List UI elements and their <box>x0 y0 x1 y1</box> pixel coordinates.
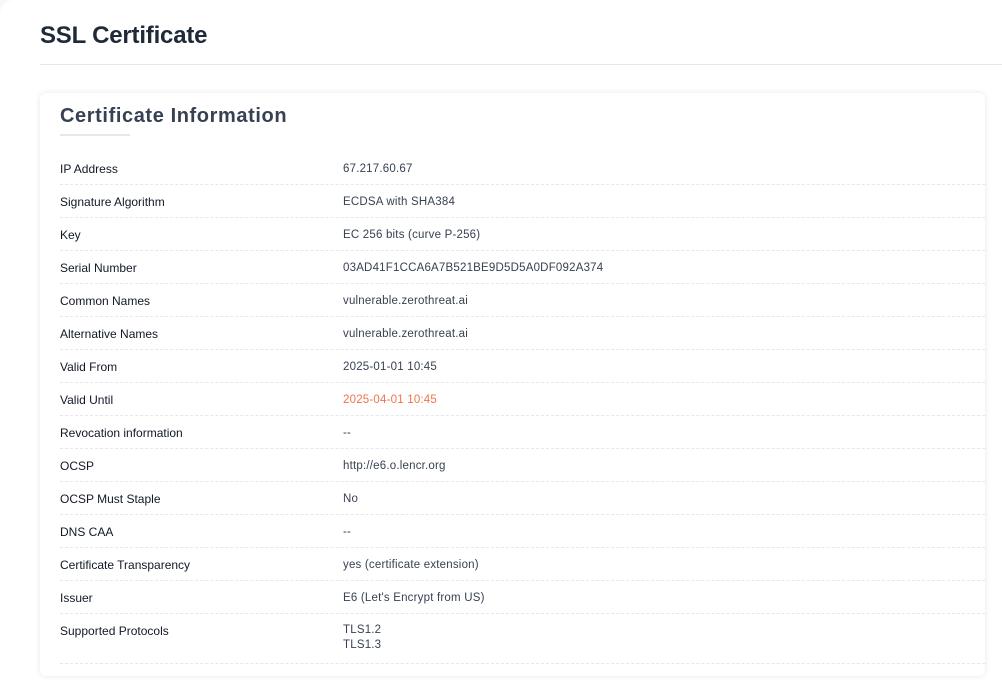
info-label: Common Names <box>60 294 151 308</box>
info-label: Serial Number <box>60 261 137 275</box>
info-value: 03AD41F1CCA6A7B521BE9D5D5A0DF092A374 <box>343 262 604 274</box>
info-row-ip-address: IP Address 67.217.60.67 <box>60 152 985 185</box>
info-value: -- <box>343 526 352 538</box>
info-value: ECDSA with SHA384 <box>343 196 456 208</box>
info-value: 67.217.60.67 <box>343 163 413 175</box>
info-row-common-names: Common Names vulnerable.zerothreat.ai <box>60 284 985 317</box>
info-value: 2025-01-01 10:45 <box>343 361 437 373</box>
info-row-alternative-names: Alternative Names vulnerable.zerothreat.… <box>60 317 985 350</box>
protocol-list: TLS1.2 TLS1.3 <box>343 614 985 663</box>
info-value: vulnerable.zerothreat.ai <box>343 295 468 307</box>
info-label: Alternative Names <box>60 327 159 341</box>
info-label: Supported Protocols <box>60 624 169 638</box>
info-label: Key <box>60 228 81 242</box>
protocol-item: TLS1.3 <box>343 639 382 651</box>
info-value: E6 (Let's Encrypt from US) <box>343 592 485 604</box>
info-row-dns-caa: DNS CAA -- <box>60 515 985 548</box>
info-row-valid-until: Valid Until 2025-04-01 10:45 <box>60 383 985 416</box>
info-value: -- <box>343 427 352 439</box>
card-title-underline <box>60 134 130 136</box>
card-title: Certificate Information <box>60 105 288 127</box>
info-row-issuer: Issuer E6 (Let's Encrypt from US) <box>60 581 985 614</box>
info-label: Revocation information <box>60 426 183 440</box>
protocol-item: TLS1.2 <box>343 624 382 636</box>
info-label: OCSP <box>60 459 95 473</box>
certificate-information-card: Certificate Information IP Address 67.21… <box>40 93 985 676</box>
info-row-serial-number: Serial Number 03AD41F1CCA6A7B521BE9D5D5A… <box>60 251 985 284</box>
info-label: Certificate Transparency <box>60 558 191 572</box>
info-label: DNS CAA <box>60 525 114 539</box>
info-value: No <box>343 493 359 505</box>
info-label: Valid Until <box>60 393 114 407</box>
certificate-info-list: IP Address 67.217.60.67 Signature Algori… <box>60 152 985 664</box>
info-value: http://e6.o.lencr.org <box>343 460 446 472</box>
info-row-signature-algorithm: Signature Algorithm ECDSA with SHA384 <box>60 185 985 218</box>
page-header: SSL Certificate <box>40 22 1002 65</box>
info-label: OCSP Must Staple <box>60 492 161 506</box>
info-row-ocsp: OCSP http://e6.o.lencr.org <box>60 449 985 482</box>
info-row-certificate-transparency: Certificate Transparency yes (certificat… <box>60 548 985 581</box>
info-row-revocation-information: Revocation information -- <box>60 416 985 449</box>
info-row-supported-protocols: Supported Protocols TLS1.2 TLS1.3 <box>60 614 985 664</box>
page-title: SSL Certificate <box>40 22 208 49</box>
info-label: Issuer <box>60 591 93 605</box>
expired-date-value: 2025-04-01 10:45 <box>343 394 437 406</box>
info-row-ocsp-must-staple: OCSP Must Staple No <box>60 482 985 515</box>
info-label: Signature Algorithm <box>60 195 165 209</box>
info-row-key: Key EC 256 bits (curve P-256) <box>60 218 985 251</box>
info-value: vulnerable.zerothreat.ai <box>343 328 468 340</box>
info-value: yes (certificate extension) <box>343 559 479 571</box>
info-label: Valid From <box>60 360 118 374</box>
info-value: EC 256 bits (curve P-256) <box>343 229 481 241</box>
info-label: IP Address <box>60 162 118 176</box>
ssl-certificate-page: SSL Certificate Certificate Information … <box>0 0 1002 692</box>
info-row-valid-from: Valid From 2025-01-01 10:45 <box>60 350 985 383</box>
